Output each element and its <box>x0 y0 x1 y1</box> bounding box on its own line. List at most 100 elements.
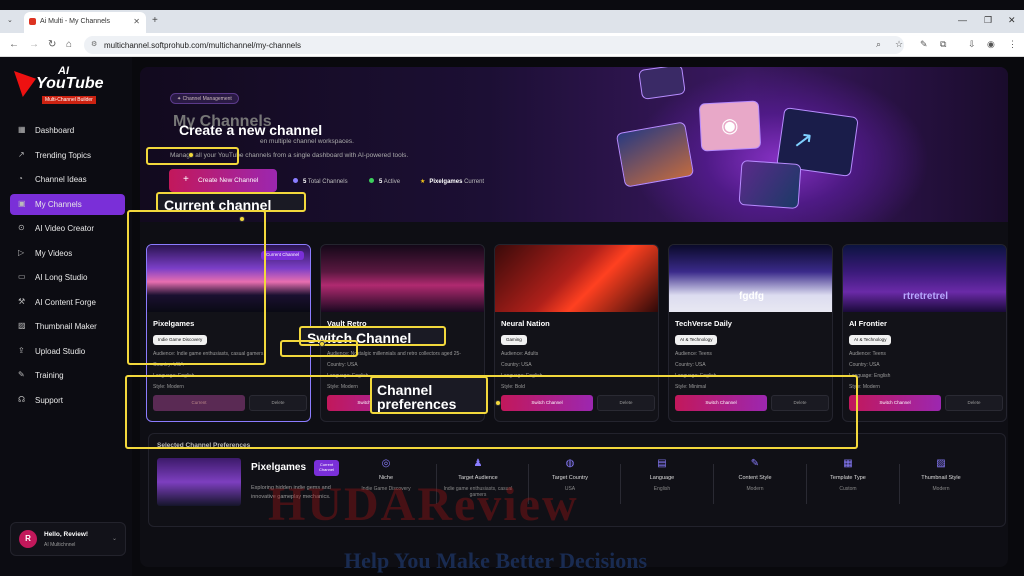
preference-template-type: ▦ Template Type Custom <box>808 458 888 492</box>
profile-icon[interactable]: ◉ <box>987 39 995 50</box>
logo-subtitle: Multi-Channel Builder <box>42 96 96 104</box>
current-channel-stat: ★ Pixelgames Current <box>420 179 485 185</box>
studio-icon: ▭ <box>18 272 26 281</box>
hero-media-card <box>738 159 802 210</box>
favicon-icon <box>29 18 36 25</box>
preference-language: ▤ Language English <box>622 458 702 492</box>
channels-icon: ▣ <box>18 198 26 208</box>
users-icon: ♟ <box>473 458 483 469</box>
pen-icon[interactable]: ✎ <box>920 39 928 50</box>
switch-channel-button[interactable]: Switch Channel <box>849 395 941 411</box>
tab-title: Ai Multi - My Channels <box>40 18 111 25</box>
restore-icon[interactable]: ❐ <box>984 15 992 26</box>
preference-value: Modern <box>746 486 764 492</box>
annotation-dot <box>495 400 501 406</box>
sidebar-item-label: AI Long Studio <box>35 273 88 282</box>
sidebar-item-channel-ideas[interactable]: ◔ Channel Ideas <box>10 169 125 190</box>
annotation-create-channel: Create a new channel <box>179 122 323 138</box>
sidebar-item-label: Channel Ideas <box>35 175 87 184</box>
niche-tag: AI & Technology <box>675 335 718 345</box>
sidebar-item-label: My Videos <box>35 248 73 258</box>
template-icon: ▦ <box>843 458 853 469</box>
bookmark-icon[interactable]: ☆ <box>895 39 903 50</box>
thumbnail-caption: fgdfg <box>739 291 764 302</box>
brush-icon: ✎ <box>750 458 760 469</box>
sidebar-item-thumbnail-maker[interactable]: ▨ Thumbnail Maker <box>10 316 125 337</box>
close-window-icon[interactable]: ✕ <box>1008 15 1016 26</box>
play-icon: ▷ <box>18 247 25 257</box>
preference-label: Template Type <box>830 475 866 481</box>
channel-country: Country: USA <box>501 362 532 368</box>
sidebar-item-label: Upload Studio <box>35 346 86 356</box>
reload-icon[interactable]: ↻ <box>48 39 56 50</box>
training-icon: ✎ <box>18 370 25 379</box>
close-tab-icon[interactable]: ✕ <box>133 17 140 26</box>
channel-audience: Audience: Adults <box>501 351 539 357</box>
preference-label: Language <box>649 475 675 481</box>
app-root: AI YouTube Multi-Channel Builder ▦ Dashbo… <box>0 57 1024 576</box>
sidebar-item-ai-long-studio[interactable]: ▭ AI Long Studio <box>10 267 125 288</box>
preferences-thumbnail <box>157 458 241 506</box>
channel-management-pill: ✦ Channel Management <box>170 93 239 104</box>
sidebar-item-my-videos[interactable]: ▷ My Videos <box>10 243 125 264</box>
sidebar-item-ai-video-creator[interactable]: ⊙ AI Video Creator <box>10 218 125 239</box>
sidebar-item-my-channels[interactable]: ▣ My Channels <box>10 193 125 215</box>
browser-tab[interactable]: Ai Multi - My Channels ✕ <box>24 12 146 33</box>
user-card[interactable]: R Hello, Review! AI Multichnnel ⌄ <box>10 522 126 556</box>
app-logo[interactable]: AI YouTube Multi-Channel Builder <box>14 65 112 105</box>
user-menu-chevron-icon[interactable]: ⌄ <box>112 535 117 542</box>
current-channel-badge: Current Channel <box>260 251 304 260</box>
logo-play-icon <box>14 71 36 97</box>
sidebar-item-label: Support <box>35 395 64 405</box>
user-greeting: Hello, Review! <box>44 531 89 538</box>
annotation-dot <box>319 341 325 347</box>
new-tab-icon[interactable]: + <box>152 15 158 26</box>
address-bar-row: ← → ↻ ⌂ ⚙ multichannel.softprohub.com/mu… <box>0 33 1024 57</box>
channel-name: TechVerse Daily <box>675 319 732 328</box>
back-icon[interactable]: ← <box>9 39 19 50</box>
preferences-current-badge: Current Channel <box>314 460 339 476</box>
channel-thumbnail <box>321 245 484 312</box>
hero-profile-card: ◉ <box>698 100 762 152</box>
thumbnail-caption: rtretretrel <box>902 291 949 302</box>
channel-card[interactable]: rtretretrel AI Frontier AI & Technology Aud… <box>842 244 1007 422</box>
create-new-channel-button[interactable]: + Create New Channel <box>169 169 277 192</box>
browser-menu-icon[interactable]: ⋮ <box>1008 39 1017 50</box>
sidebar-item-label: AI Content Forge <box>35 297 96 307</box>
minimize-icon[interactable]: — <box>958 15 967 25</box>
globe-icon: ◍ <box>565 458 575 469</box>
tab-search-icon[interactable]: ⌄ <box>7 16 13 24</box>
sidebar-item-trending-topics[interactable]: ↗ Trending Topics <box>10 145 125 166</box>
watermark-logo-text: HUDAReview <box>268 478 579 531</box>
support-icon: ☊ <box>18 394 26 404</box>
sidebar-item-label: Thumbnail Maker <box>35 322 97 331</box>
logo-youtube-text: YouTube <box>36 75 104 92</box>
page-subtitle-fragment: en multiple channel workspaces. <box>260 138 354 145</box>
site-info-icon[interactable]: ⚙ <box>91 40 97 48</box>
sidebar-item-support[interactable]: ☊ Support <box>10 390 125 411</box>
active-stat: 5 Active <box>369 178 400 185</box>
forge-icon: ⚒ <box>18 296 26 306</box>
watermark-tagline: Help You Make Better Decisions <box>344 548 648 573</box>
preference-value: Custom <box>839 486 857 492</box>
url-field[interactable]: ⚙ multichannel.softprohub.com/multichann… <box>84 36 904 54</box>
forward-icon[interactable]: → <box>29 39 39 50</box>
niche-tag: AI & Technology <box>849 335 892 345</box>
delete-button[interactable]: Delete <box>945 395 1003 411</box>
sidebar-item-label: Dashboard <box>35 126 75 135</box>
thumbnail-icon: ▨ <box>936 458 946 469</box>
sidebar-item-upload-studio[interactable]: ⇪ Upload Studio <box>10 341 125 362</box>
sidebar-item-dashboard[interactable]: ▦ Dashboard <box>10 120 125 141</box>
sidebar-item-ai-content-forge[interactable]: ⚒ AI Content Forge <box>10 292 125 313</box>
url-text: multichannel.softprohub.com/multichannel… <box>104 41 301 50</box>
sidebar-item-training[interactable]: ✎ Training <box>10 365 125 386</box>
zoom-icon[interactable]: ⌕ <box>876 39 881 50</box>
extensions-icon[interactable]: ⧉ <box>940 39 946 50</box>
growth-chart-icon: ↗ <box>791 125 815 156</box>
image-icon: ▨ <box>18 321 26 330</box>
divider <box>899 464 900 504</box>
preference-label: Content Style <box>738 475 772 481</box>
sidebar-item-label: Training <box>35 371 64 380</box>
download-icon[interactable]: ⇩ <box>968 39 976 50</box>
home-icon[interactable]: ⌂ <box>66 39 72 50</box>
